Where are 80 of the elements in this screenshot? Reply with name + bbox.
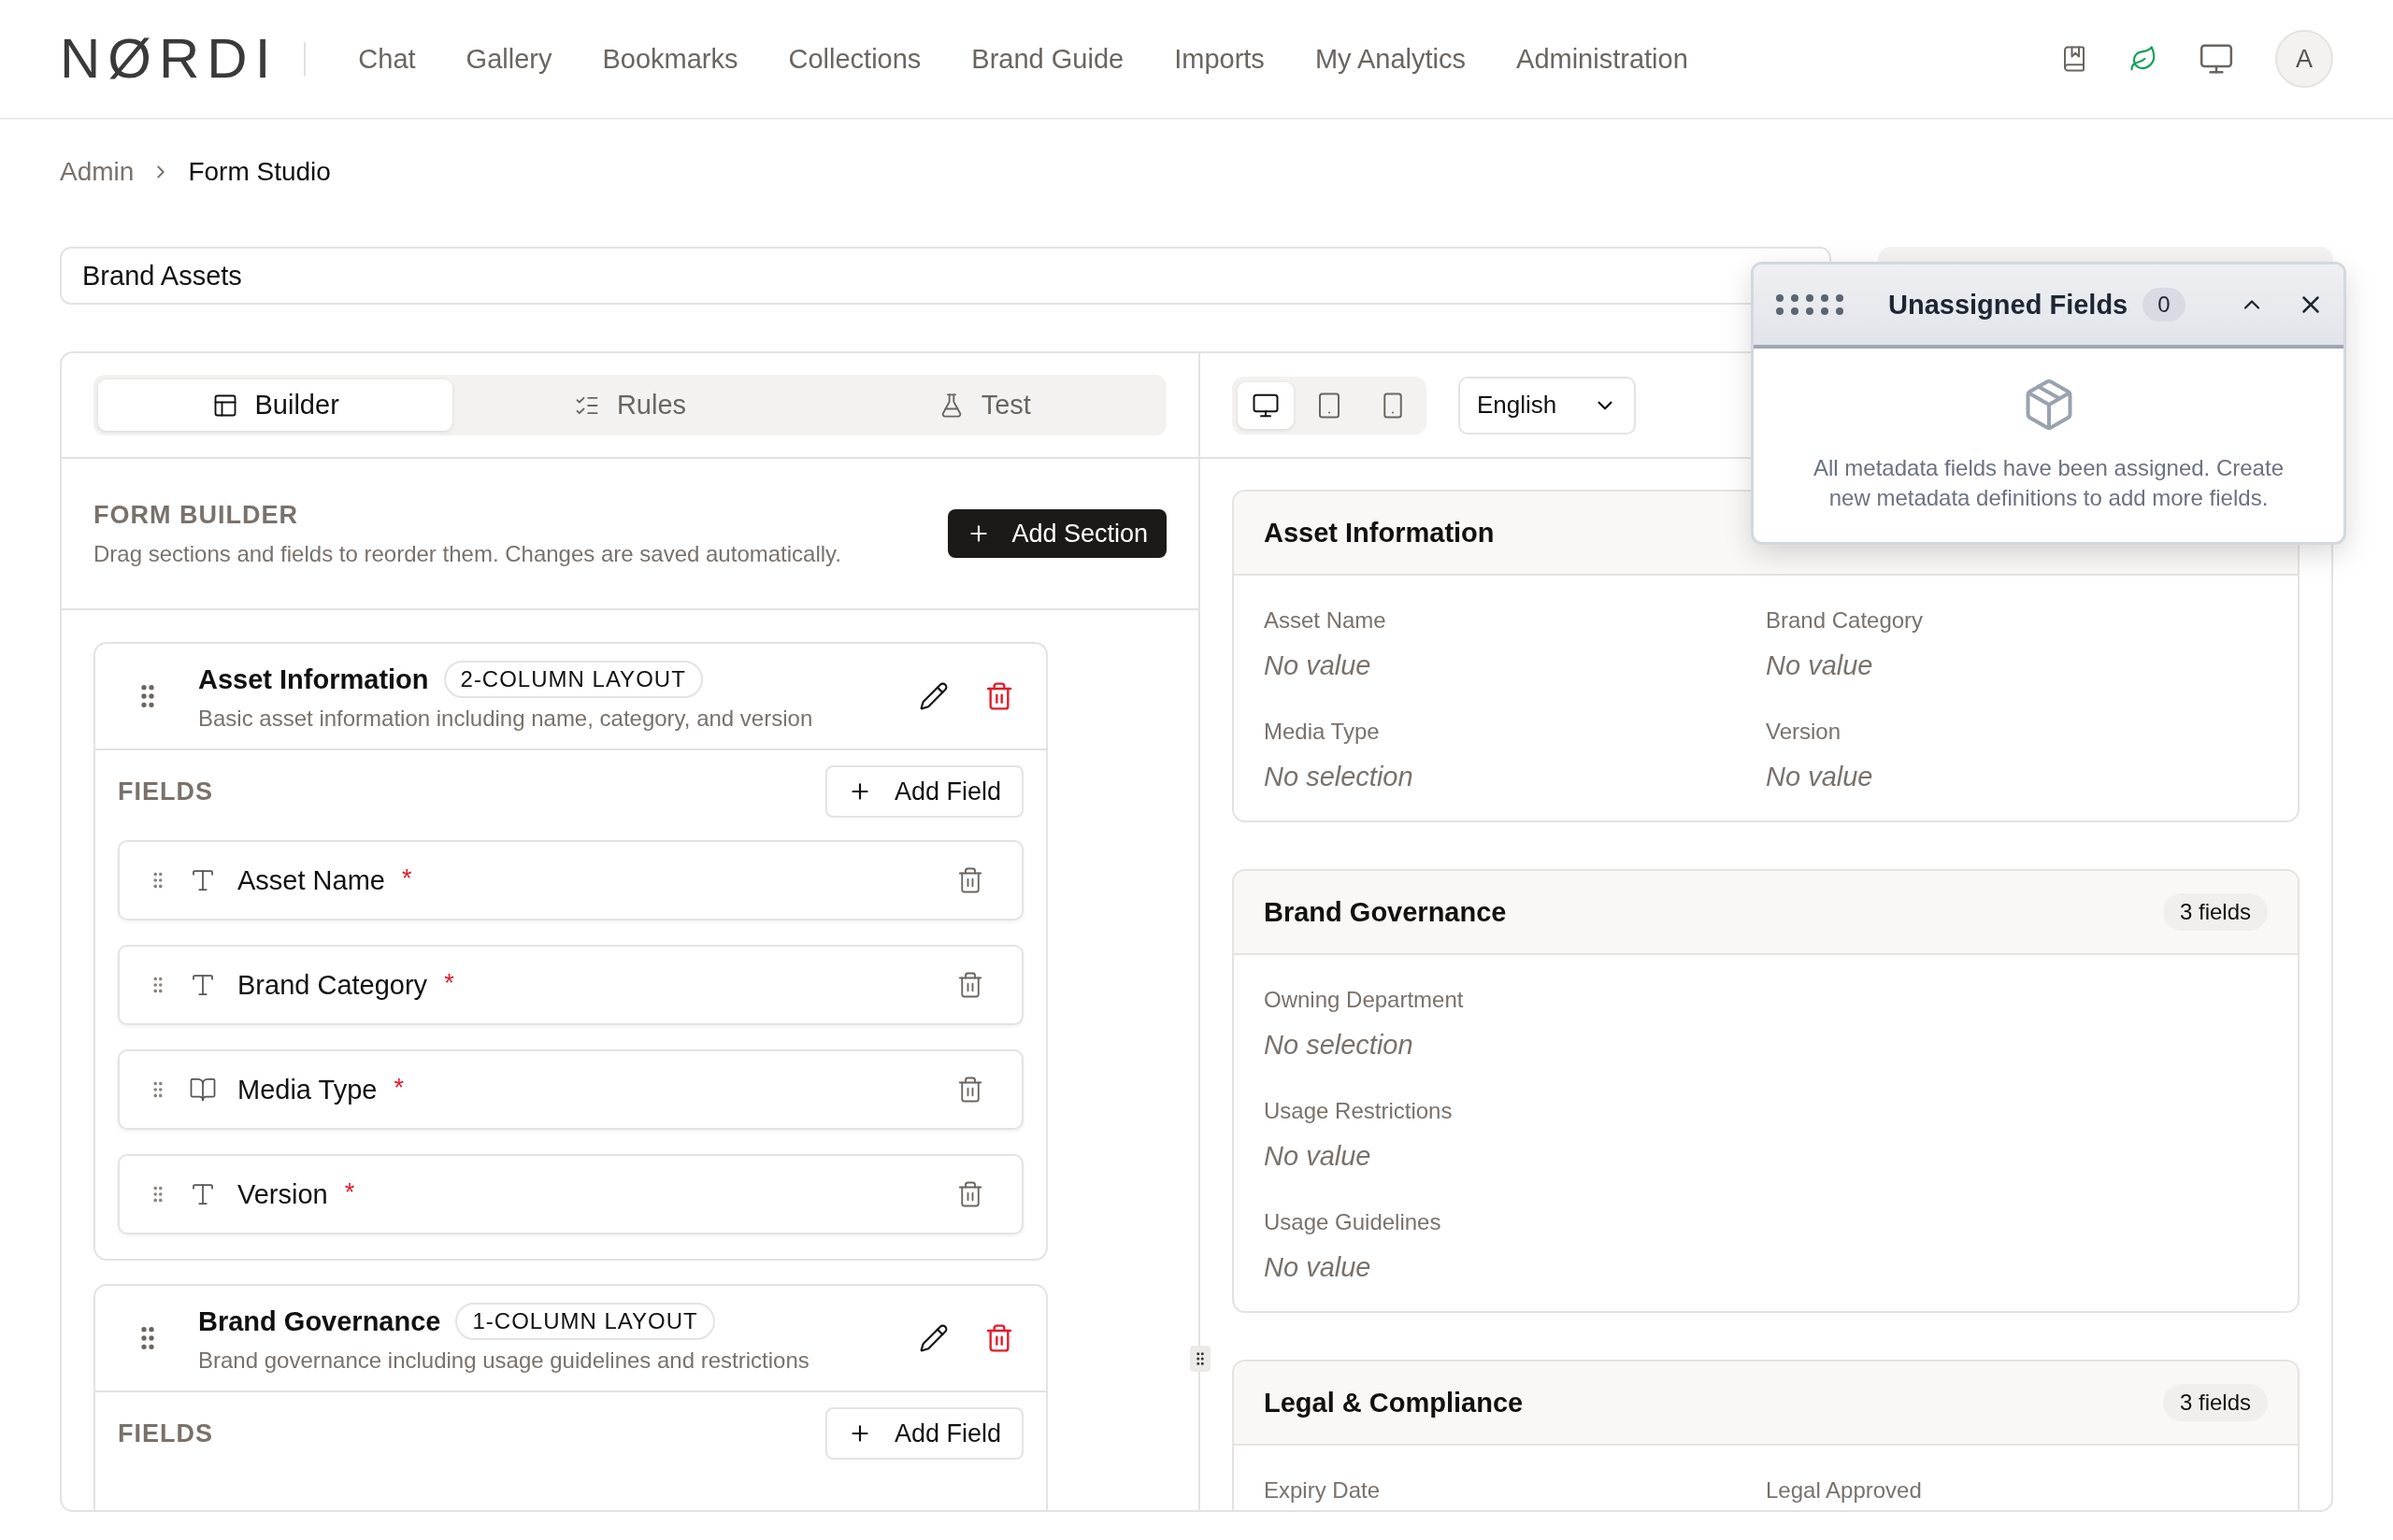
field-label: Asset Name <box>1264 607 1387 634</box>
field-value: No selection <box>1264 1030 1414 1061</box>
fields-label: FIELDS <box>118 777 213 806</box>
breadcrumb-item[interactable]: Form Studio <box>188 157 331 187</box>
layout-badge: 2-COLUMN LAYOUT <box>443 661 703 698</box>
card-title: Brand Governance <box>1264 896 1507 928</box>
delete-icon[interactable] <box>956 1180 984 1208</box>
tab[interactable]: Test <box>807 379 1162 431</box>
field-row[interactable]: Version * <box>118 1154 1024 1234</box>
required-mark: * <box>344 1178 355 1207</box>
leaf-icon[interactable] <box>2129 45 2157 73</box>
field-label: Legal Approved <box>1766 1477 1923 1504</box>
field-label: Brand Category <box>1766 607 1925 634</box>
book-icon <box>189 1076 217 1104</box>
fields-label: FIELDS <box>118 1419 213 1448</box>
builder-description: Drag sections and fields to reorder them. Changes are saved automatically. <box>93 540 841 567</box>
edit-icon[interactable] <box>919 681 949 711</box>
field-value: No value <box>1264 1252 1372 1283</box>
card-title: Legal & Compliance <box>1264 1387 1524 1419</box>
field-row[interactable]: Media Type * <box>118 1049 1024 1130</box>
tab[interactable]: Rules <box>452 379 808 431</box>
field-label: Owning Department <box>1264 987 1465 1013</box>
field-value: No value <box>1766 650 1874 681</box>
field-row[interactable]: Asset Name * <box>118 840 1024 920</box>
add-section-button[interactable]: Add Section <box>948 509 1167 558</box>
field-count: 3 fields <box>2162 1384 2268 1421</box>
nav-link[interactable]: Administration <box>1516 43 1688 75</box>
layout-badge: 1-COLUMN LAYOUT <box>455 1303 715 1340</box>
drag-handle-icon[interactable] <box>1776 294 1843 315</box>
tab[interactable]: Builder <box>98 379 453 431</box>
add-field-button[interactable]: Add Field <box>824 765 1024 818</box>
desktop-view-button[interactable] <box>1238 381 1294 429</box>
delete-icon[interactable] <box>984 1323 1014 1353</box>
section-heading: FORM BUILDER <box>93 500 299 530</box>
section-title: Brand Governance <box>198 1305 441 1337</box>
nav-link[interactable]: Imports <box>1174 43 1265 75</box>
empty-message: All metadata fields have been assigned. Create new metadata definitions to add more fields. <box>1813 454 2285 513</box>
delete-icon[interactable] <box>956 1076 984 1104</box>
add-field-button[interactable]: Add Field <box>824 1407 1024 1460</box>
field-value: No value <box>1264 650 1372 681</box>
nav-link[interactable]: Gallery <box>466 43 552 75</box>
field-label: Media Type <box>1264 719 1381 745</box>
nav-link[interactable]: Chat <box>358 43 416 75</box>
field-value: No selection <box>1264 762 1414 792</box>
nav-link[interactable]: Brand Guide <box>971 43 1125 75</box>
panel-title: Unassigned Fields <box>1888 289 2128 321</box>
monitor-icon[interactable] <box>2199 41 2234 77</box>
required-mark: * <box>394 1074 404 1103</box>
section-title: Asset Information <box>198 663 429 695</box>
field-name: Media Type <box>237 1074 378 1105</box>
required-mark: * <box>444 969 454 998</box>
count-badge: 0 <box>2142 288 2185 321</box>
field-value: No value <box>1264 1141 1372 1172</box>
field-count: 3 fields <box>2162 893 2268 931</box>
avatar[interactable]: A <box>2275 30 2333 88</box>
nav-link[interactable]: My Analytics <box>1314 43 1467 75</box>
language-select[interactable]: English <box>1458 376 1636 435</box>
resize-handle[interactable] <box>1190 1346 1211 1372</box>
edit-icon[interactable] <box>919 1323 949 1353</box>
delete-icon[interactable] <box>956 971 984 999</box>
delete-icon[interactable] <box>984 681 1014 711</box>
field-label: Expiry Date <box>1264 1477 1382 1504</box>
delete-icon[interactable] <box>956 866 984 894</box>
logo[interactable]: NØRDI <box>60 31 279 87</box>
section-description: Basic asset information including name, category, and version <box>198 706 814 732</box>
form-title-field[interactable]: Brand Assets <box>60 247 1831 305</box>
required-mark: * <box>401 864 412 893</box>
field-name: Brand Category <box>237 969 428 1001</box>
field-value: No value <box>1766 762 1874 792</box>
section-description: Brand governance including usage guidelines and restrictions <box>198 1348 810 1374</box>
field-label: Version <box>1766 719 1842 745</box>
card-title: Asset Information <box>1264 517 1495 549</box>
field-name: Version <box>237 1178 328 1210</box>
field-label: Usage Restrictions <box>1264 1098 1454 1124</box>
field-row[interactable]: Brand Category * <box>118 945 1024 1025</box>
breadcrumb-item[interactable]: Admin <box>60 157 135 187</box>
field-label: Usage Guidelines <box>1264 1209 1442 1235</box>
nav-link[interactable]: Collections <box>788 43 922 75</box>
nav-link[interactable]: Bookmarks <box>602 43 738 75</box>
field-name: Asset Name <box>237 864 385 896</box>
